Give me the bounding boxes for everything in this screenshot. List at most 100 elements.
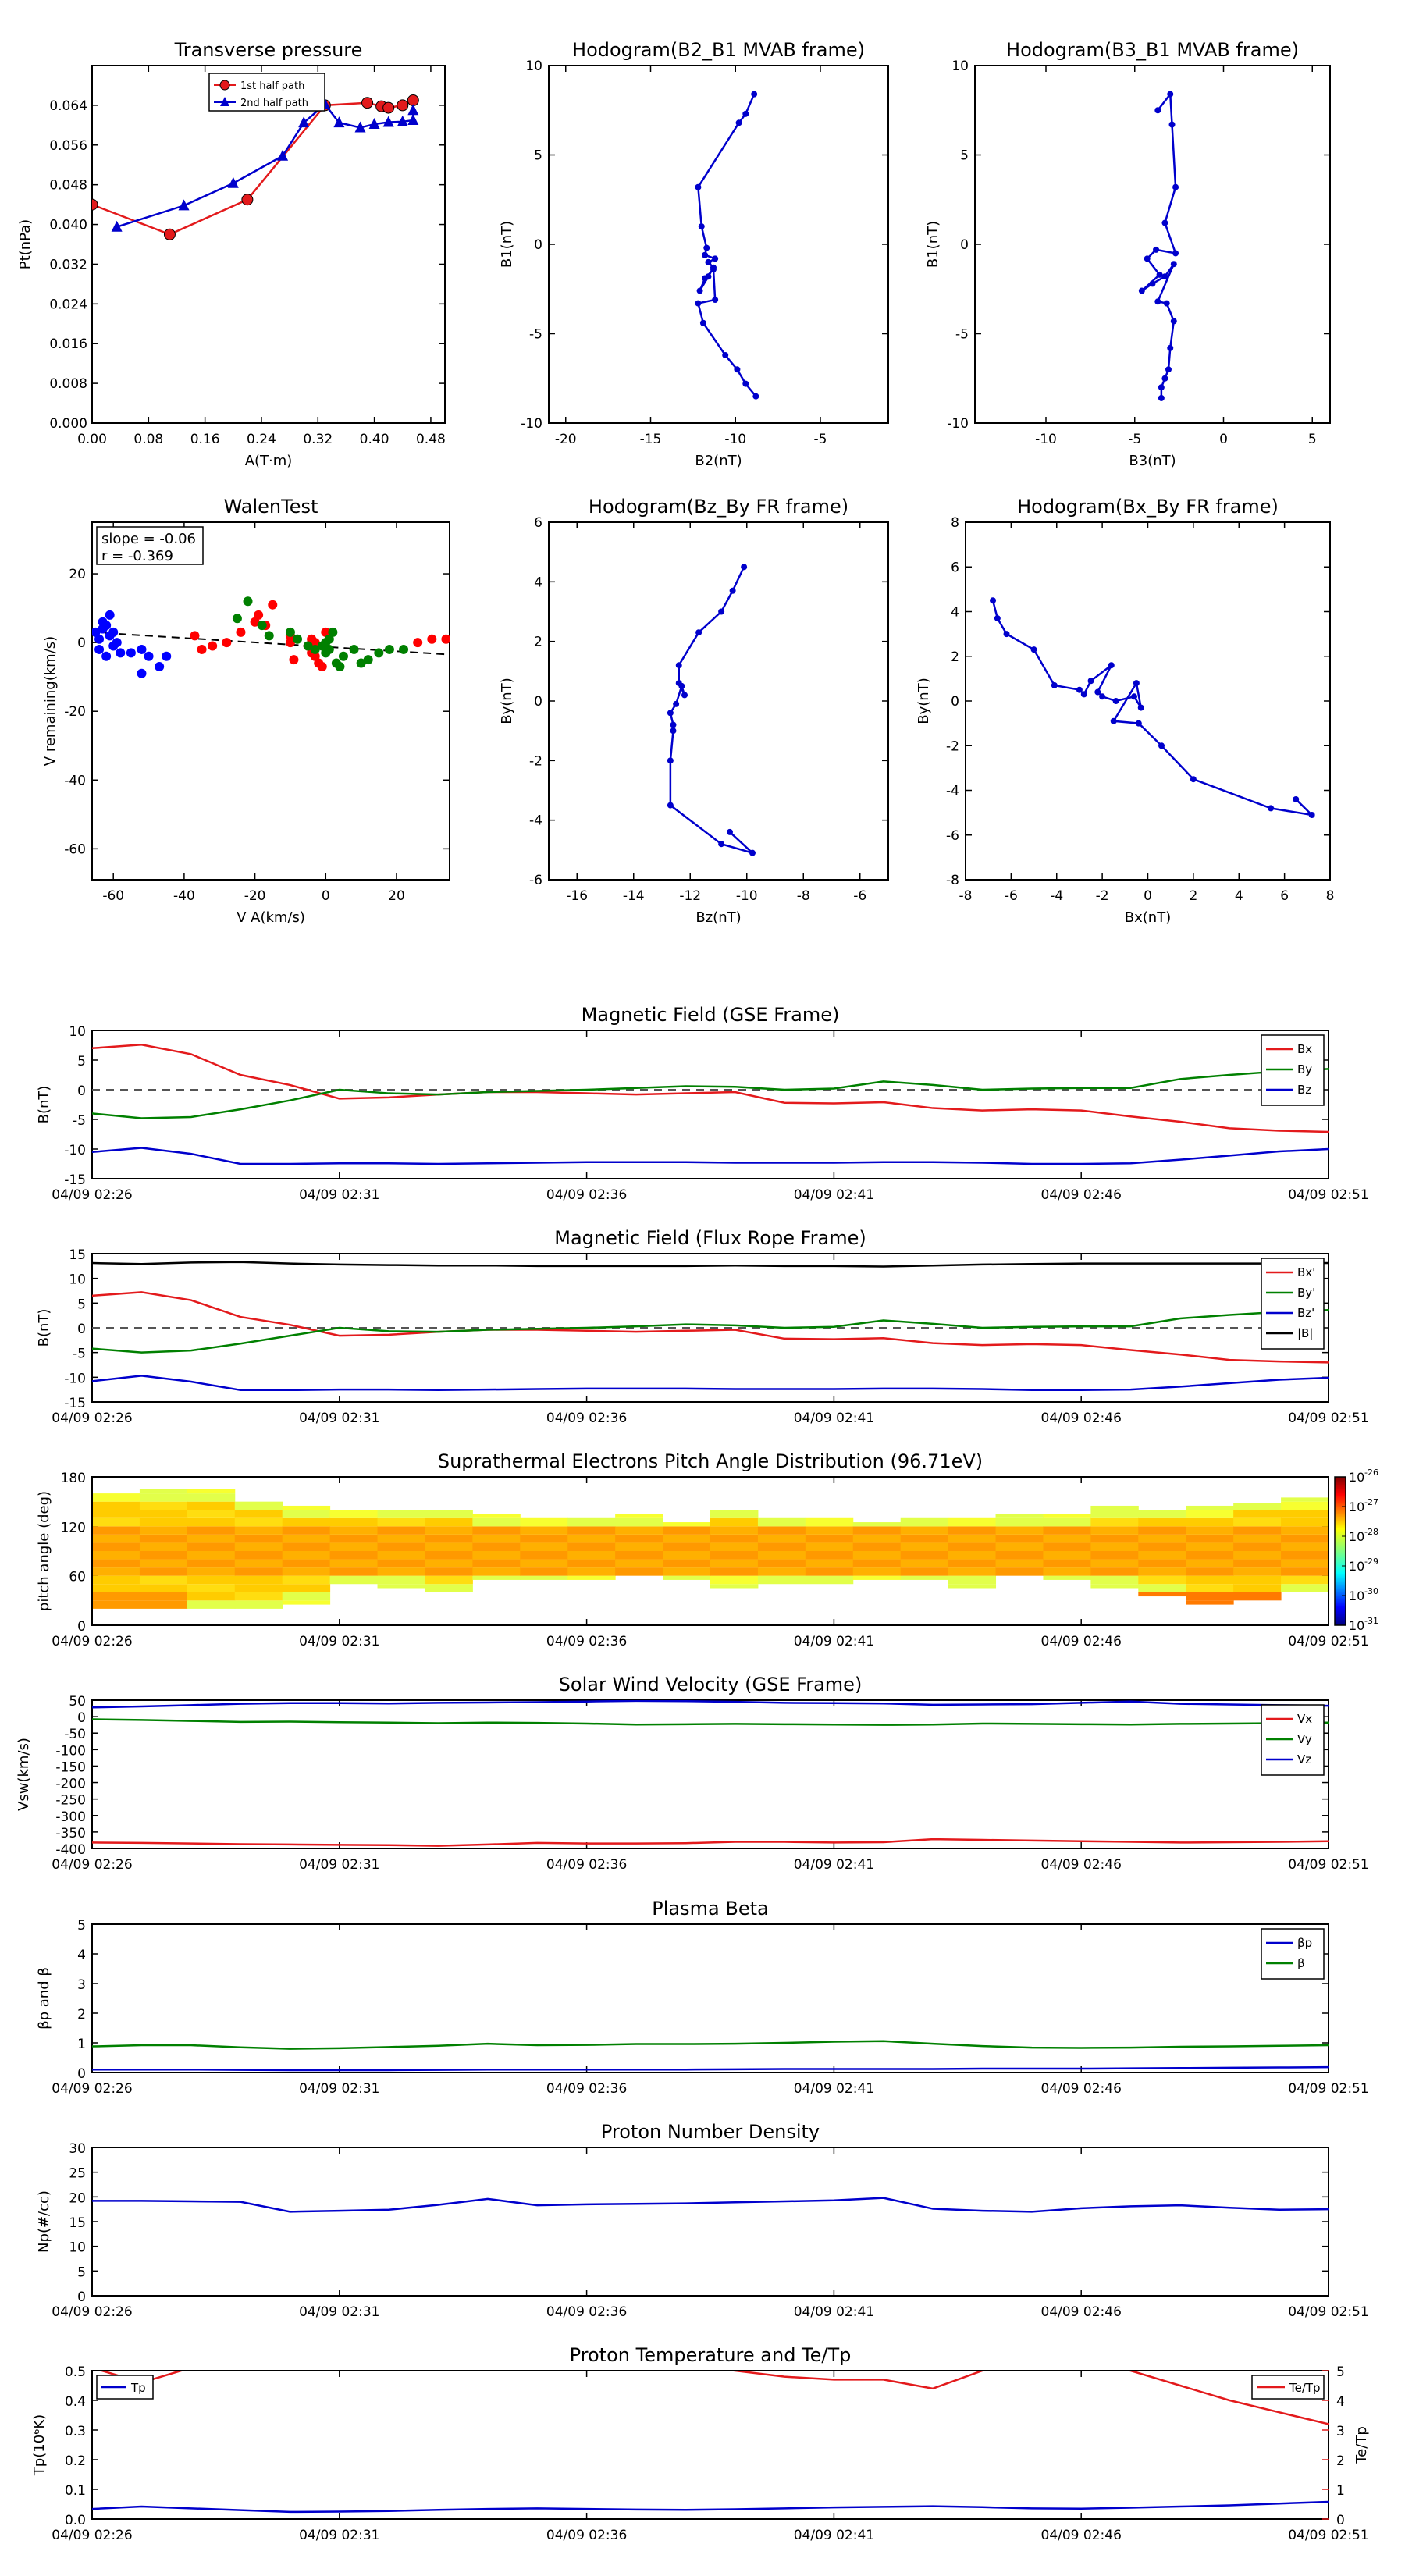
heatmap-cell <box>1281 1526 1329 1535</box>
legend-label: 2nd half path <box>240 98 308 109</box>
chart-title: Proton Temperature and Te/Tp <box>570 2344 852 2366</box>
legend-label: Bx' <box>1297 1265 1315 1279</box>
y-tick-label: -8 <box>946 873 959 888</box>
heatmap-cell <box>995 1514 1044 1518</box>
y-tick-label: 0 <box>960 237 969 253</box>
heatmap-cell <box>1233 1517 1282 1527</box>
y-tick-label: -15 <box>64 1396 86 1411</box>
heatmap-cell <box>139 1501 188 1510</box>
y-tick-label: 180 <box>61 1471 86 1486</box>
heatmap-cell <box>1233 1510 1282 1518</box>
heatmap-cell <box>234 1542 283 1551</box>
heatmap-cell <box>139 1510 188 1518</box>
heatmap-cell <box>425 1510 473 1518</box>
heatmap-cell <box>520 1567 568 1576</box>
data-point <box>101 651 112 661</box>
y-tick-label-right: 4 <box>1336 2394 1345 2410</box>
y-tick-label: 1 <box>77 2037 86 2052</box>
y-tick-label: 4 <box>534 575 542 590</box>
plot-area <box>667 564 756 856</box>
plot-area <box>92 1700 1329 1847</box>
y-axis-label: V remaining(km/s) <box>42 636 59 766</box>
y-tick-label: 50 <box>69 1694 86 1710</box>
heatmap-cell <box>234 1600 283 1609</box>
plot-area <box>92 2197 1329 2213</box>
heatmap-cell <box>757 1534 806 1543</box>
chart-h4: Hodogram(Bx_By FR frame) -8 -6 -4 -2 0 2 4 6 8 8 6 4… <box>916 496 1334 926</box>
x-tick-label: 4 <box>1235 888 1243 904</box>
heatmap-cell <box>92 1584 140 1592</box>
chart-h3: Hodogram(Bz_By FR frame) -16 -14 -12 -10 -8 -6… <box>499 496 889 926</box>
y-tick-label: -300 <box>55 1809 86 1825</box>
time-tick-label: 04/09 02:31 <box>299 1634 379 1649</box>
x-axis-label: Bz(nT) <box>695 909 741 926</box>
heatmap-cell <box>615 1526 663 1535</box>
y-axis-label: B(nT) <box>36 1086 52 1124</box>
y-tick-label: -6 <box>529 873 542 888</box>
heatmap-cell <box>234 1584 283 1592</box>
y-tick-label: 0.008 <box>49 376 87 392</box>
heatmap-cell <box>995 1567 1044 1576</box>
heatmap-cell <box>377 1534 425 1543</box>
data-point <box>137 644 147 654</box>
heatmap-cell <box>948 1575 997 1585</box>
heatmap-cell <box>663 1567 711 1576</box>
heatmap-cell <box>948 1517 997 1527</box>
x-tick-label: -5 <box>1128 432 1141 447</box>
data-point <box>1135 720 1142 727</box>
heatmap-cell <box>1090 1526 1139 1535</box>
heatmap-cell <box>567 1526 616 1535</box>
heatmap-cell <box>805 1559 854 1568</box>
heatmap-cell <box>1281 1542 1329 1551</box>
series-line-bx <box>92 1043 1329 1133</box>
chart-mf_fr: Magnetic Field (Flux Rope Frame) 04/09 02… <box>36 1227 1369 1426</box>
heatmap-cell <box>995 1559 1044 1568</box>
y-tick-label: 5 <box>534 148 542 164</box>
y-tick-label: 0.000 <box>49 416 87 432</box>
data-point <box>137 668 147 678</box>
x-tick-label: 0.32 <box>303 432 333 447</box>
data-point <box>1154 107 1161 114</box>
heatmap-cell <box>1233 1526 1282 1535</box>
legend-label: Vz <box>1297 1752 1311 1767</box>
heatmap-cell <box>472 1534 521 1543</box>
heatmap-cell <box>1090 1534 1139 1543</box>
data-point <box>695 300 702 307</box>
y-tick-label: 60 <box>69 1570 86 1585</box>
data-point <box>243 596 253 607</box>
y-tick-label: 0.0 <box>65 2513 86 2528</box>
y-tick-label: 6 <box>534 515 542 531</box>
x-tick-label: -6 <box>1005 888 1018 904</box>
heatmap-cell <box>615 1517 663 1527</box>
heatmap-cell <box>1043 1559 1091 1568</box>
data-point <box>705 258 712 265</box>
chart-title: WalenTest <box>224 496 318 518</box>
data-point <box>413 638 423 648</box>
heatmap-cell <box>92 1600 140 1609</box>
colorbar-tick-label: 10 <box>1349 1500 1364 1514</box>
data-point <box>681 692 688 699</box>
y-tick-label-right: 1 <box>1336 2483 1345 2499</box>
legend-label: Bx <box>1297 1042 1312 1056</box>
y-tick-label: -40 <box>64 773 86 788</box>
heatmap-cell <box>520 1534 568 1543</box>
legend-box <box>1261 1928 1325 1980</box>
y-tick-label: 0.040 <box>49 218 87 233</box>
heatmap-cell <box>1233 1542 1282 1551</box>
heatmap-cell <box>1186 1517 1234 1527</box>
time-tick-label: 04/09 02:36 <box>546 2081 627 2097</box>
chart-title: Hodogram(B3_B1 MVAB frame) <box>1006 39 1299 61</box>
data-point <box>1137 704 1144 711</box>
heatmap-cell <box>1043 1551 1091 1560</box>
heatmap-cell <box>852 1522 902 1527</box>
heatmap-cell <box>900 1542 949 1551</box>
data-point <box>407 104 419 116</box>
y-tick-label-right: 5 <box>1336 2364 1345 2380</box>
x-tick-label: 0.40 <box>360 432 389 447</box>
data-point <box>293 634 303 644</box>
plot-frame <box>548 65 889 424</box>
data-point <box>314 658 324 668</box>
heatmap-cell <box>1233 1592 1282 1601</box>
chart-title: Hodogram(Bz_By FR frame) <box>589 496 848 518</box>
data-point <box>727 828 733 835</box>
